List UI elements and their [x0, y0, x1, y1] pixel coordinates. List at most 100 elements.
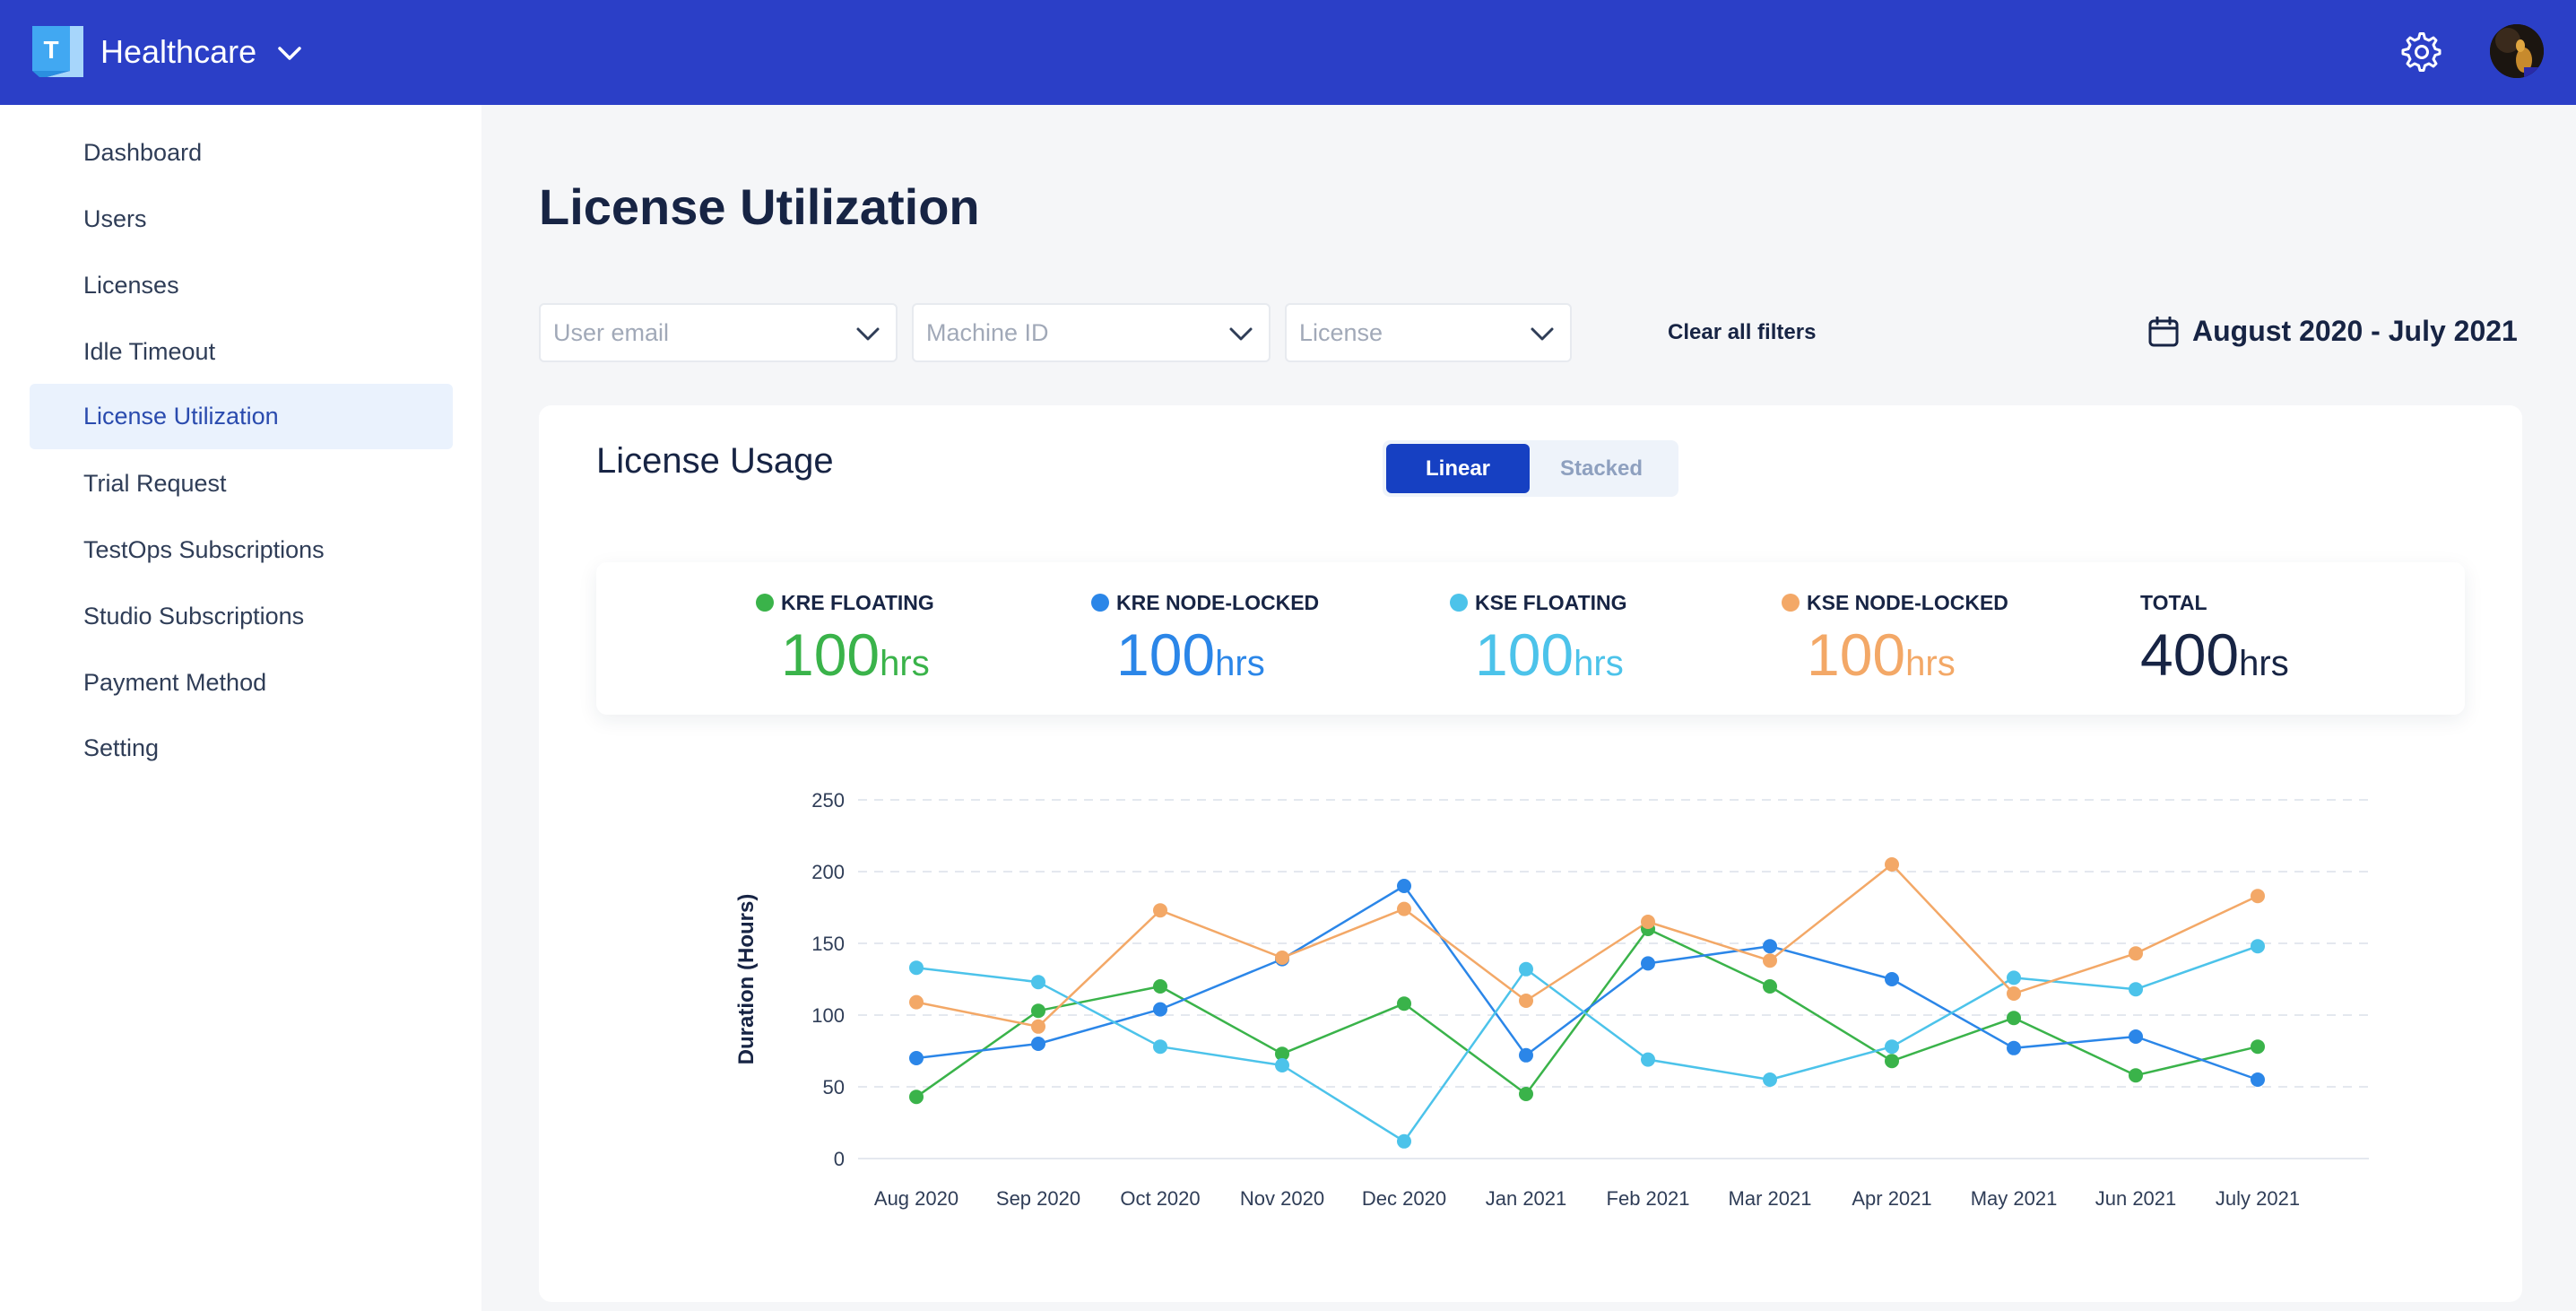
stat-label: KRE FLOATING [781, 591, 934, 614]
license-usage-chart: 0 50 100 150 200 250 Duration (Hours) Aug 2020 S… [734, 789, 2369, 1210]
stat-kre-node-locked: KRE NODE-LOCKED 100hrs [1091, 589, 1319, 705]
legend-dot [1782, 594, 1800, 612]
stat-unit: hrs [2239, 644, 2289, 683]
x-tick-label: Dec 2020 [1362, 1187, 1446, 1210]
avatar[interactable] [2490, 24, 2544, 78]
data-point [909, 960, 924, 976]
y-axis-label: Duration (Hours) [734, 894, 759, 1065]
date-range-label: August 2020 - July 2021 [2192, 315, 2518, 347]
page-title: License Utilization [539, 178, 980, 235]
stat-kse-node-locked: KSE NODE-LOCKED 100hrs [1782, 589, 2008, 705]
data-point [1397, 996, 1411, 1011]
top-bar: T Healthcare [0, 0, 2576, 105]
sidebar-item-label: Users [83, 205, 147, 232]
chevron-down-icon[interactable] [274, 39, 305, 66]
data-point [1885, 1054, 1899, 1069]
sidebar-item-users[interactable]: Users [30, 187, 453, 252]
app-logo-icon[interactable]: T [32, 26, 83, 77]
stat-label: KSE NODE-LOCKED [1807, 591, 2008, 614]
data-point [1153, 1002, 1167, 1017]
data-point [1519, 1047, 1533, 1063]
data-point [2007, 986, 2021, 1001]
data-point [1031, 975, 1045, 990]
x-tick-label: Jun 2021 [2095, 1187, 2177, 1210]
x-tick-label: Nov 2020 [1240, 1187, 1324, 1210]
series-line [915, 863, 2259, 1029]
data-point [1641, 915, 1655, 929]
stat-label: KRE NODE-LOCKED [1116, 591, 1320, 614]
data-point [1885, 1039, 1899, 1055]
stat-label: KSE FLOATING [1475, 591, 1627, 614]
stat-label: TOTAL [2140, 591, 2207, 614]
data-point [1519, 961, 1533, 977]
sidebar-item-studio-subscriptions[interactable]: Studio Subscriptions [30, 584, 453, 649]
x-tick-label: Jan 2021 [1486, 1187, 1567, 1210]
usage-summary: KRE FLOATING 100hrs KRE NODE-LOCKED 100h… [596, 562, 2465, 715]
gear-icon[interactable] [2399, 30, 2444, 74]
data-point [909, 1090, 924, 1105]
data-point [1031, 1037, 1045, 1051]
clear-all-filters-button[interactable]: Clear all filters [1668, 317, 1816, 348]
user-email-filter[interactable]: User email [539, 303, 898, 362]
data-point [1153, 903, 1167, 918]
x-tick-label: Feb 2021 [1607, 1187, 1690, 1210]
data-point [1763, 953, 1777, 968]
stat-unit: hrs [880, 644, 930, 683]
machine-id-filter[interactable]: Machine ID [912, 303, 1271, 362]
x-tick-label: Sep 2020 [996, 1187, 1080, 1210]
sidebar-item-license-utilization[interactable]: License Utilization [30, 384, 453, 449]
stat-kre-floating: KRE FLOATING 100hrs [756, 589, 934, 705]
sidebar-item-trial-request[interactable]: Trial Request [30, 451, 453, 517]
data-point [1885, 972, 1899, 986]
sidebar-item-label: Studio Subscriptions [83, 603, 305, 629]
sidebar-item-label: Idle Timeout [83, 338, 216, 365]
sidebar-item-dashboard[interactable]: Dashboard [30, 120, 453, 186]
data-point [2129, 1029, 2143, 1044]
sidebar-item-label: License Utilization [83, 403, 279, 430]
y-tick-label: 250 [811, 789, 845, 812]
legend-dot [1091, 594, 1109, 612]
data-point [2129, 982, 2143, 997]
chevron-down-icon [1531, 327, 1554, 341]
data-point [1519, 994, 1533, 1008]
data-point [1763, 1072, 1777, 1087]
sidebar-item-label: Licenses [83, 272, 179, 299]
sidebar-item-payment-method[interactable]: Payment Method [30, 650, 453, 716]
stat-value: 400 [2140, 621, 2240, 688]
data-point [2251, 939, 2265, 954]
stat-unit: hrs [1574, 644, 1624, 683]
data-point [1397, 879, 1411, 893]
stat-unit: hrs [1905, 644, 1956, 683]
workspace-name[interactable]: Healthcare [100, 30, 256, 74]
data-point [2007, 1011, 2021, 1026]
data-point [1031, 1003, 1045, 1019]
sidebar-item-idle-timeout[interactable]: Idle Timeout [30, 319, 453, 385]
data-point [2007, 1040, 2021, 1055]
y-tick-label: 150 [811, 933, 845, 955]
sidebar-item-label: Dashboard [83, 139, 203, 166]
sidebar-item-label: Setting [83, 734, 160, 761]
stacked-toggle-button[interactable]: Stacked [1530, 444, 1673, 493]
data-point [1763, 939, 1777, 954]
data-point [1641, 1052, 1655, 1067]
y-tick-label: 50 [823, 1076, 845, 1098]
y-tick-label: 0 [834, 1148, 845, 1170]
sidebar-item-label: Payment Method [83, 669, 267, 696]
sidebar-item-label: TestOps Subscriptions [83, 536, 325, 563]
data-point [2251, 889, 2265, 904]
stat-kse-floating: KSE FLOATING 100hrs [1450, 589, 1627, 705]
chevron-down-icon [856, 327, 880, 341]
logo-letter: T [43, 36, 58, 64]
data-point [1031, 1019, 1045, 1034]
data-point [1641, 956, 1655, 971]
linear-toggle-button[interactable]: Linear [1386, 444, 1530, 493]
data-point [1275, 951, 1289, 965]
sidebar: Dashboard Users Licenses Idle Timeout Li… [0, 105, 481, 1311]
sidebar-item-setting[interactable]: Setting [30, 716, 453, 781]
sidebar-item-testops-subscriptions[interactable]: TestOps Subscriptions [30, 517, 453, 583]
sidebar-item-licenses[interactable]: Licenses [30, 253, 453, 318]
data-point [909, 1051, 924, 1065]
license-filter[interactable]: License [1285, 303, 1572, 362]
chevron-down-icon [1229, 327, 1253, 341]
stat-value: 100 [1807, 621, 1906, 688]
